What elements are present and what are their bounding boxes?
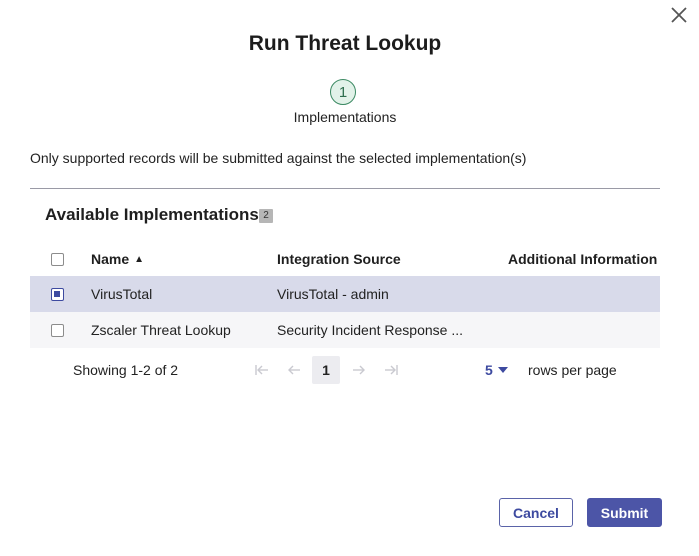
column-header-source[interactable]: Integration Source	[277, 242, 401, 276]
last-page-icon[interactable]	[382, 354, 400, 386]
implementations-table: Name ▲ Integration Source Additional Inf…	[30, 242, 660, 348]
rows-per-page-label: rows per page	[528, 362, 617, 378]
first-page-icon[interactable]	[253, 354, 271, 386]
row-checkbox[interactable]	[51, 323, 64, 337]
column-header-info[interactable]: Additional Information	[508, 242, 657, 276]
current-page[interactable]: 1	[312, 356, 340, 384]
next-page-icon[interactable]	[350, 354, 368, 386]
step-indicator: 1	[330, 79, 356, 105]
select-all-checkbox[interactable]	[51, 252, 64, 266]
column-header-name[interactable]: Name ▲	[91, 242, 144, 276]
column-header-name-label: Name	[91, 251, 130, 267]
divider	[30, 188, 660, 189]
close-button[interactable]	[668, 4, 690, 26]
pagination: Showing 1-2 of 2 1 5 rows per page	[30, 354, 660, 386]
notice-text: Only supported records will be submitted…	[30, 150, 527, 166]
section-title: Available Implementations	[45, 205, 259, 224]
previous-page-icon[interactable]	[285, 354, 303, 386]
showing-range: Showing 1-2 of 2	[73, 362, 179, 378]
row-source: VirusTotal - admin	[277, 286, 389, 302]
row-name: VirusTotal	[91, 286, 153, 302]
table-row[interactable]: VirusTotal VirusTotal - admin	[30, 276, 660, 312]
row-source: Security Incident Response ...	[277, 322, 463, 338]
count-badge: 2	[259, 209, 273, 223]
sort-ascending-icon: ▲	[134, 253, 145, 265]
step-label: Implementations	[293, 109, 397, 125]
chevron-down-icon	[497, 367, 508, 373]
table-header-row: Name ▲ Integration Source Additional Inf…	[30, 242, 660, 276]
row-checkbox[interactable]	[51, 287, 64, 301]
cancel-button[interactable]: Cancel	[499, 498, 573, 527]
dialog-title: Run Threat Lookup	[248, 32, 442, 55]
rows-per-page-select[interactable]: 5	[485, 354, 508, 386]
row-name: Zscaler Threat Lookup	[91, 322, 231, 338]
submit-button[interactable]: Submit	[587, 498, 662, 527]
table-row[interactable]: Zscaler Threat Lookup Security Incident …	[30, 312, 660, 348]
rows-per-page-value: 5	[485, 362, 493, 378]
close-icon	[671, 7, 687, 23]
